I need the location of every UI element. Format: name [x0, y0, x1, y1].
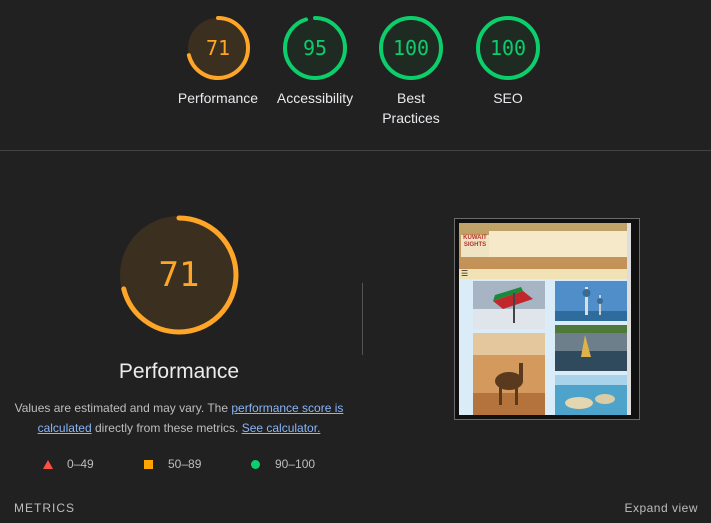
gauge-label: SEO: [493, 90, 523, 106]
gauge-label: Accessibility: [276, 90, 354, 106]
circle-icon: [251, 460, 260, 469]
section-divider: [0, 150, 711, 151]
gauge-label: Performance: [177, 90, 259, 106]
camel-photo: [473, 333, 545, 415]
flag-photo: [473, 281, 545, 329]
expand-view-button[interactable]: Expand view: [624, 501, 698, 515]
legend-label: 50–89: [168, 457, 202, 471]
legend-label: 90–100: [275, 457, 316, 471]
legend-label: 0–49: [67, 457, 94, 471]
performance-main-gauge: 71: [117, 213, 241, 337]
desc-text-2: directly from these metrics.: [91, 421, 242, 435]
gauge-score: 71: [205, 36, 231, 60]
final-screenshot[interactable]: KUWAIT SIGHTS ☰: [454, 218, 640, 420]
gauge-accessibility[interactable]: 95 Accessibility: [270, 14, 360, 108]
screenshot-logo: KUWAIT SIGHTS: [461, 235, 489, 257]
windsurf-photo: [555, 325, 627, 371]
gauge-score: 100: [392, 36, 430, 60]
triangle-icon: [43, 460, 53, 469]
island-photo: [555, 375, 627, 415]
screenshot-page: KUWAIT SIGHTS ☰: [459, 223, 631, 415]
towers-photo: [555, 281, 627, 321]
metrics-heading: METRICS: [14, 501, 75, 515]
gauge-score: 100: [489, 36, 527, 60]
performance-description: Values are estimated and may vary. The p…: [14, 398, 344, 438]
desc-text-1: Values are estimated and may vary. The: [14, 401, 232, 415]
gauge-seo[interactable]: 100 SEO: [463, 14, 553, 108]
see-calculator-link[interactable]: See calculator.: [242, 421, 321, 435]
hamburger-icon: ☰: [461, 269, 469, 278]
square-icon: [144, 460, 153, 469]
gauge-label: Best Practices: [382, 90, 440, 126]
main-gauge-score: 71: [158, 255, 200, 295]
gauge-score: 95: [302, 36, 328, 60]
screenshot-menu-bar: ☰: [459, 269, 631, 279]
vertical-separator: [362, 283, 363, 355]
performance-title: Performance: [118, 360, 240, 383]
category-gauges: 71 Performance 95 Accessibility 100 Best…: [0, 0, 711, 150]
gauge-performance[interactable]: 71 Performance: [173, 14, 263, 108]
screenshot-banner-text: [489, 231, 627, 257]
gauge-best-practices[interactable]: 100 Best Practices: [366, 14, 456, 128]
screenshot-scrollbar: [627, 223, 631, 415]
screenshot-banner: KUWAIT SIGHTS: [459, 223, 631, 269]
